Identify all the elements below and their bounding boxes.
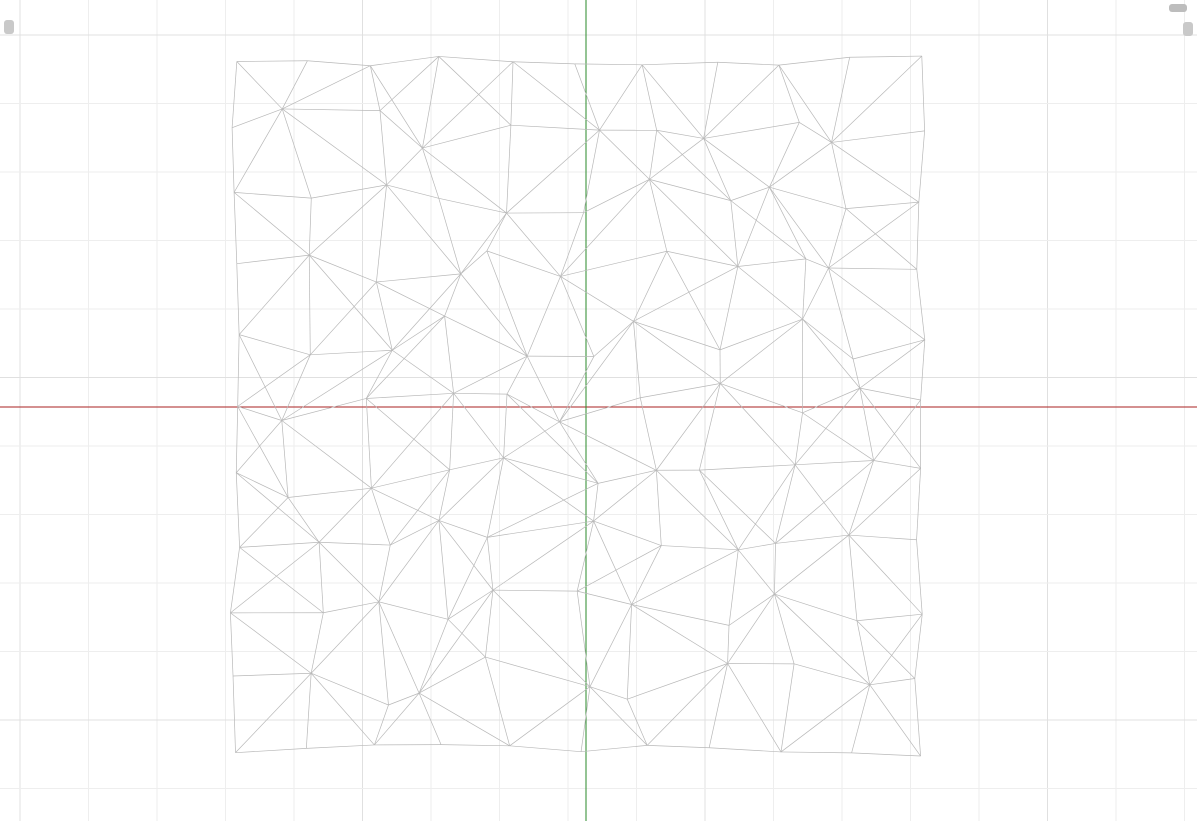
top-left-handle[interactable] [4,20,14,34]
editor-viewport[interactable] [0,0,1197,821]
top-right-handle-2[interactable] [1183,22,1193,36]
mesh-canvas[interactable] [0,0,1197,821]
top-right-handle-1[interactable] [1169,4,1187,12]
